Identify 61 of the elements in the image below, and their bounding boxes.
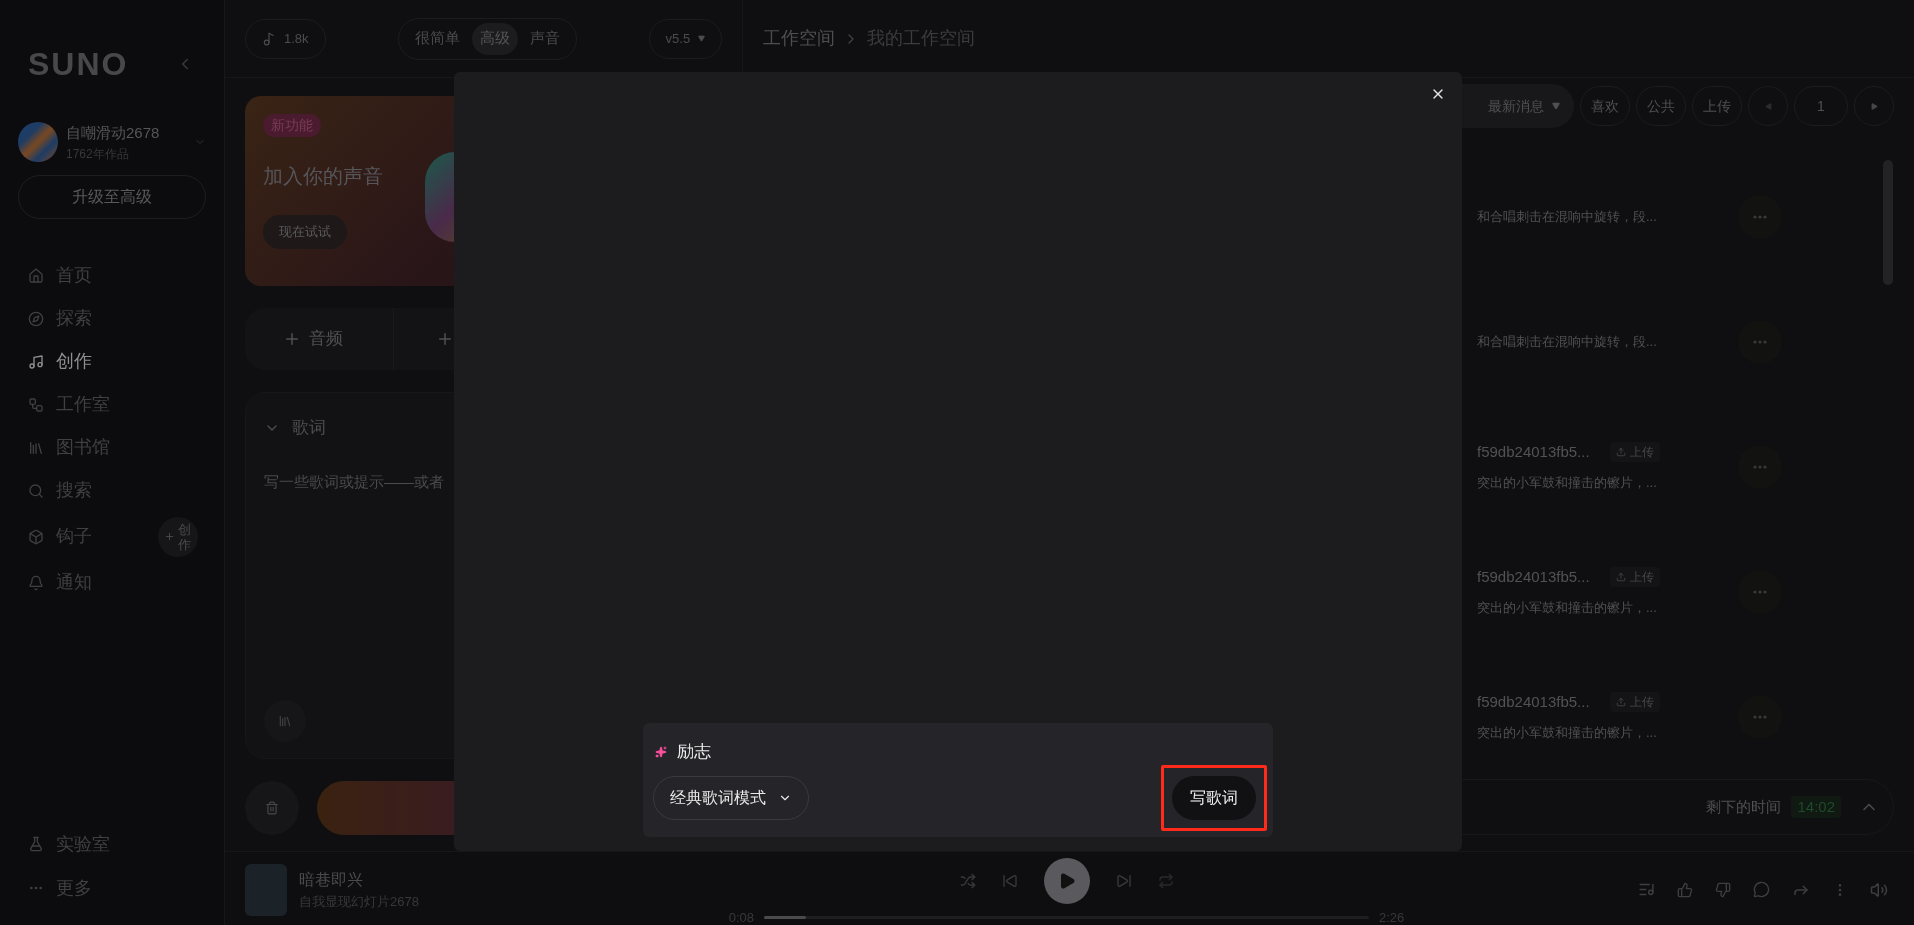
breadcrumb-link[interactable]: 工作空间 [763,25,836,52]
song-description: 突出的小军鼓和撞击的镲片，... [1477,474,1658,492]
more-icon [1753,464,1767,469]
nav-item[interactable]: 创作 [28,344,92,379]
shuffle-icon[interactable] [959,873,976,889]
mode-tab[interactable]: 很简单 [406,22,468,55]
more-icon [1753,214,1767,219]
avatar [18,122,58,163]
library-icon [28,439,44,456]
user-name: 自嘲滑动2678 [66,123,161,143]
previous-icon[interactable] [1001,873,1018,889]
mode-tab[interactable]: 声音 [521,22,568,55]
play-button[interactable] [1043,858,1090,904]
caret-icon [1552,102,1560,110]
cover-art-placeholder [245,863,287,916]
nodes-icon [28,396,44,413]
upload-icon [1615,446,1626,457]
caret-icon [698,35,706,42]
comment-icon[interactable] [1753,881,1770,899]
sparkle-icon [655,745,667,758]
upload-icon [1615,696,1626,707]
promo-title: 加入你的声音 [263,164,383,189]
track-title[interactable]: 暗巷即兴 [299,868,419,892]
prompt-text[interactable]: 励志 [677,739,711,765]
box-icon [28,528,44,545]
volume-icon[interactable] [1870,880,1888,899]
song-description: 突出的小军鼓和撞击的镲片，... [1477,724,1658,742]
more-icon [1753,589,1767,594]
music-note-icon [28,353,44,370]
song-title[interactable]: f59db24013fb5... [1477,690,1590,713]
plus-icon[interactable] [436,330,454,348]
more-icon [1753,714,1767,719]
mode-tab[interactable]: 高级 [471,22,518,55]
triangle-left-icon [1764,102,1772,110]
compass-icon [28,310,44,327]
plus-icon [164,531,175,542]
write-lyrics-button[interactable]: 写歌词 [1172,775,1256,820]
thumbs-up-icon[interactable] [1677,881,1693,898]
song-description: 和合唱刺击在混响中旋转，段... [1477,332,1658,351]
home-icon [28,267,44,284]
library-icon [278,714,292,728]
repeat-icon[interactable] [1157,873,1174,889]
plus-icon [283,330,301,348]
trash-icon [265,801,279,815]
thumbs-down-icon[interactable] [1715,881,1731,898]
song-description: 突出的小军鼓和撞击的镲片，... [1477,599,1658,617]
remaining-time-label: 剩下的时间 [1706,796,1782,817]
bell-icon [28,574,44,591]
upload-icon [1615,571,1626,582]
search-icon [28,482,44,499]
song-description: 和合唱刺击在混响中旋转，段... [1477,207,1658,226]
next-icon[interactable] [1115,873,1132,889]
triangle-right-icon [1870,102,1878,110]
song-title[interactable]: f59db24013fb5... [1477,440,1590,463]
add-audio-button[interactable]: 音频 [283,326,343,352]
music-note-icon [262,31,276,46]
logo: SUNO [28,45,129,84]
flask-icon [28,836,44,852]
try-now-button[interactable]: 现在试试 [263,215,347,249]
more-icon [1753,339,1767,344]
song-title[interactable]: f59db24013fb5... [1477,565,1590,588]
